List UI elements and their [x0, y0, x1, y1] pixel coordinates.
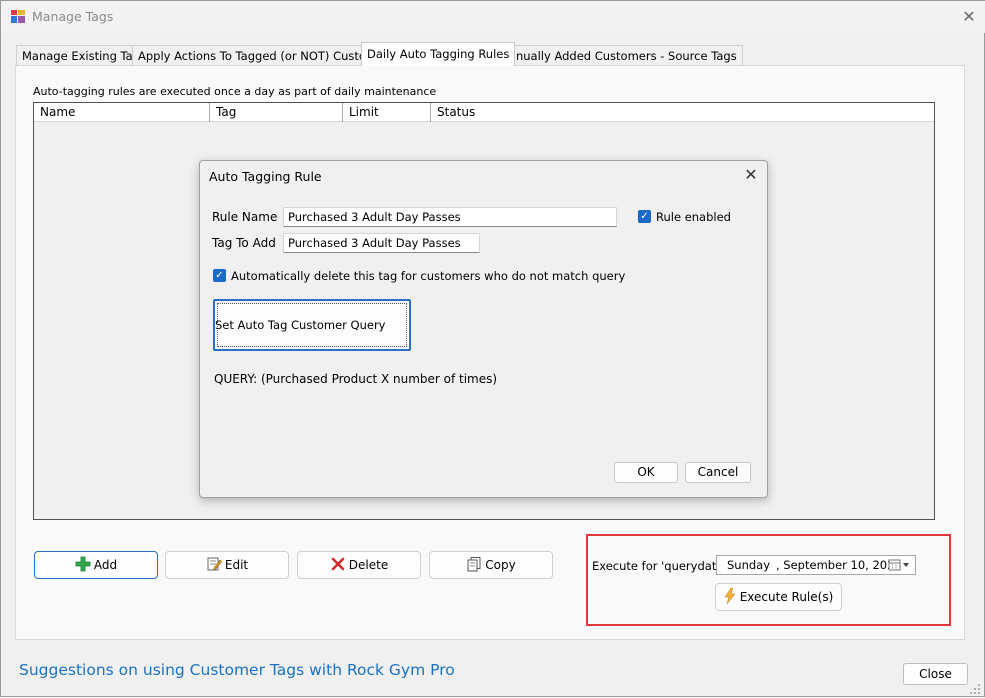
execute-rules-label: Execute Rule(s): [739, 590, 834, 604]
execute-date-label: Execute for 'querydate': [592, 559, 727, 573]
rules-info-text: Auto-tagging rules are executed once a d…: [33, 85, 437, 98]
column-header-limit[interactable]: Limit: [343, 103, 431, 122]
copy-icon: [466, 556, 482, 575]
execute-rules-button[interactable]: Execute Rule(s): [715, 583, 842, 611]
title-bar: Manage Tags ✕: [1, 1, 985, 33]
column-header-tag[interactable]: Tag: [210, 103, 343, 122]
column-header-status[interactable]: Status: [431, 103, 934, 122]
date-day: Sunday: [727, 558, 771, 572]
ok-button[interactable]: OK: [614, 462, 678, 483]
auto-tagging-rule-dialog: Auto Tagging Rule ✕ Rule Name ✓ Rule ena…: [199, 160, 768, 498]
edit-button-label: Edit: [224, 558, 249, 572]
set-query-label: Set Auto Tag Customer Query: [215, 318, 386, 332]
plus-icon: [75, 556, 91, 575]
dialog-close-icon[interactable]: ✕: [740, 164, 762, 186]
rule-enabled-checkbox[interactable]: ✓: [638, 210, 651, 223]
query-date-picker[interactable]: Sunday , September 10, 2023: [716, 555, 916, 575]
query-description: QUERY: (Purchased Product X number of ti…: [214, 372, 498, 386]
delete-icon: [330, 556, 346, 575]
tab-manually-added-customers[interactable]: Manually Added Customers - Source Tags: [493, 45, 743, 65]
rule-enabled-label: Rule enabled: [656, 210, 731, 224]
add-button-label: Add: [93, 558, 118, 572]
edit-button[interactable]: Edit: [165, 551, 289, 579]
date-rest: , September 10, 2023: [776, 558, 902, 572]
auto-delete-label: Automatically delete this tag for custom…: [231, 269, 626, 283]
suggestions-link[interactable]: Suggestions on using Customer Tags with …: [19, 661, 455, 679]
edit-icon: [206, 556, 222, 575]
tag-to-add-input[interactable]: [283, 233, 480, 253]
copy-button-label: Copy: [485, 558, 516, 572]
close-button[interactable]: Close: [903, 663, 968, 685]
rule-name-label: Rule Name: [212, 210, 278, 224]
delete-button-label: Delete: [348, 558, 389, 572]
tab-daily-auto-tagging-rules[interactable]: Daily Auto Tagging Rules: [361, 42, 516, 66]
delete-button[interactable]: Delete: [297, 551, 421, 579]
cancel-button[interactable]: Cancel: [685, 462, 751, 483]
tag-to-add-label: Tag To Add: [212, 236, 276, 250]
manage-tags-window: Manage Tags ✕ Manage Existing Tags Apply…: [0, 0, 985, 697]
auto-delete-checkbox[interactable]: ✓: [213, 269, 226, 282]
calendar-dropdown-icon[interactable]: [888, 558, 912, 575]
column-header-name[interactable]: Name: [34, 103, 210, 122]
add-button[interactable]: Add: [34, 551, 158, 579]
copy-button[interactable]: Copy: [429, 551, 553, 579]
grid-header: Name Tag Limit Status: [34, 103, 934, 122]
window-title: Manage Tags: [32, 9, 114, 24]
window-close-icon[interactable]: ✕: [959, 7, 979, 27]
app-icon: [11, 10, 25, 23]
execute-highlight-box: [586, 534, 951, 626]
resize-grip-icon[interactable]: [969, 683, 983, 695]
lightning-icon: [724, 587, 736, 607]
dialog-title: Auto Tagging Rule: [209, 169, 322, 184]
rule-name-input[interactable]: [283, 207, 617, 227]
set-auto-tag-query-button[interactable]: Set Auto Tag Customer Query: [213, 299, 411, 351]
